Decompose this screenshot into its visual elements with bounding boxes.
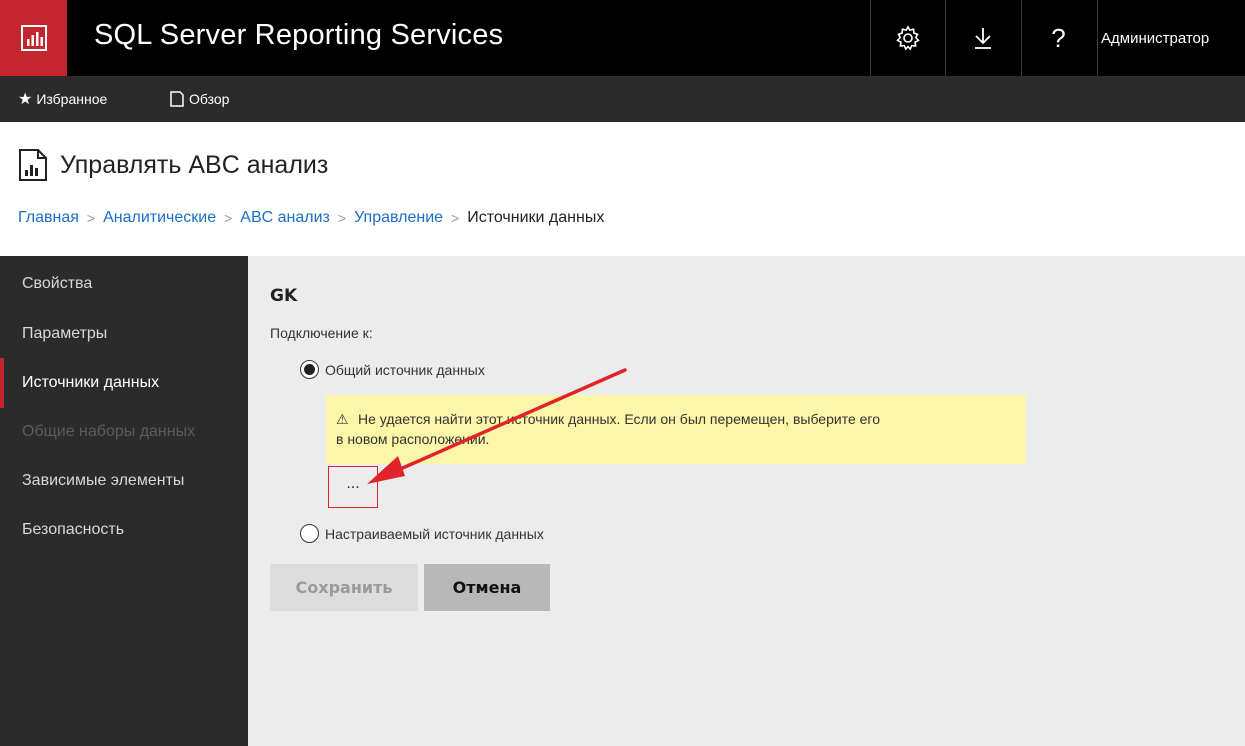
breadcrumb-manage[interactable]: Управление — [354, 209, 443, 227]
sidebar-item-dependent-items[interactable]: Зависимые элементы — [0, 456, 248, 506]
ssrs-logo-icon[interactable] — [0, 0, 67, 76]
sidebar-item-shared-datasets: Общие наборы данных — [0, 407, 248, 457]
settings-button[interactable] — [870, 0, 944, 76]
download-icon — [974, 28, 991, 49]
connect-label: Подключение к: — [270, 325, 373, 341]
browse-datasource-button[interactable]: ... — [328, 466, 378, 508]
page-icon — [170, 91, 184, 107]
breadcrumb-analytics[interactable]: Аналитические — [103, 209, 216, 227]
breadcrumb: Главная > Аналитические > ABC анализ > У… — [18, 209, 604, 227]
warning-message: ⚠ Не удается найти этот источник данных. … — [326, 395, 1026, 464]
main-content: GK Подключение к: Общий источник данных … — [248, 256, 1245, 746]
custom-datasource-option[interactable]: Настраиваемый источник данных — [300, 524, 544, 543]
page-heading: Управлять ABC анализ — [18, 148, 328, 182]
warning-icon: ⚠ — [336, 411, 349, 427]
sidebar-item-data-sources[interactable]: Источники данных — [0, 358, 248, 408]
radio-button-selected[interactable] — [300, 360, 319, 379]
star-icon: ★ — [18, 91, 33, 108]
active-indicator — [0, 358, 4, 408]
sidebar-item-label: Параметры — [22, 325, 108, 342]
top-bar: SQL Server Reporting Services ? Админист… — [0, 0, 1245, 76]
chevron-right-icon: > — [224, 210, 233, 226]
breadcrumb-report[interactable]: ABC анализ — [240, 209, 330, 227]
favorites-link[interactable]: ★ Избранное — [18, 76, 107, 122]
page-title: Управлять ABC анализ — [60, 150, 329, 179]
warning-text-line1: Не удается найти этот источник данных. Е… — [358, 411, 880, 427]
sidebar-item-label: Свойства — [22, 275, 93, 292]
breadcrumb-current: Источники данных — [467, 209, 605, 226]
breadcrumb-home[interactable]: Главная — [18, 209, 79, 227]
report-icon — [19, 149, 47, 181]
download-button[interactable] — [945, 0, 1019, 76]
favorites-label: Избранное — [36, 91, 108, 107]
user-menu[interactable]: Администратор — [1097, 0, 1245, 76]
gear-icon — [895, 25, 920, 51]
datasource-name: GK — [270, 286, 298, 306]
warning-text-line2: в новом расположении. — [336, 431, 490, 447]
cancel-button[interactable]: Отмена — [424, 564, 550, 611]
sidebar-item-label: Общие наборы данных — [22, 423, 196, 440]
sidebar-item-properties[interactable]: Свойства — [0, 259, 248, 309]
browse-label: Обзор — [189, 91, 230, 107]
help-button[interactable]: ? — [1021, 0, 1095, 76]
sidebar-item-parameters[interactable]: Параметры — [0, 309, 248, 359]
sub-navigation: ★ Избранное Обзор — [0, 76, 1245, 122]
sidebar-item-label: Зависимые элементы — [22, 472, 185, 489]
shared-datasource-label: Общий источник данных — [325, 361, 485, 378]
custom-datasource-label: Настраиваемый источник данных — [325, 525, 544, 542]
save-button[interactable]: Сохранить — [270, 564, 418, 611]
sidebar-item-label: Безопасность — [22, 521, 125, 538]
app-title[interactable]: SQL Server Reporting Services — [94, 19, 503, 52]
browse-link[interactable]: Обзор — [170, 76, 229, 122]
radio-button-unselected[interactable] — [300, 524, 319, 543]
sidebar-item-security[interactable]: Безопасность — [0, 505, 248, 555]
chevron-right-icon: > — [451, 210, 460, 226]
chevron-right-icon: > — [86, 210, 96, 226]
sidebar-item-label: Источники данных — [22, 374, 160, 391]
user-name: Администратор — [1101, 29, 1210, 47]
help-icon: ? — [1051, 22, 1066, 53]
chevron-right-icon: > — [337, 210, 347, 226]
sidebar: Свойства Параметры Источники данных Общи… — [0, 256, 248, 746]
shared-datasource-option[interactable]: Общий источник данных — [300, 360, 485, 379]
